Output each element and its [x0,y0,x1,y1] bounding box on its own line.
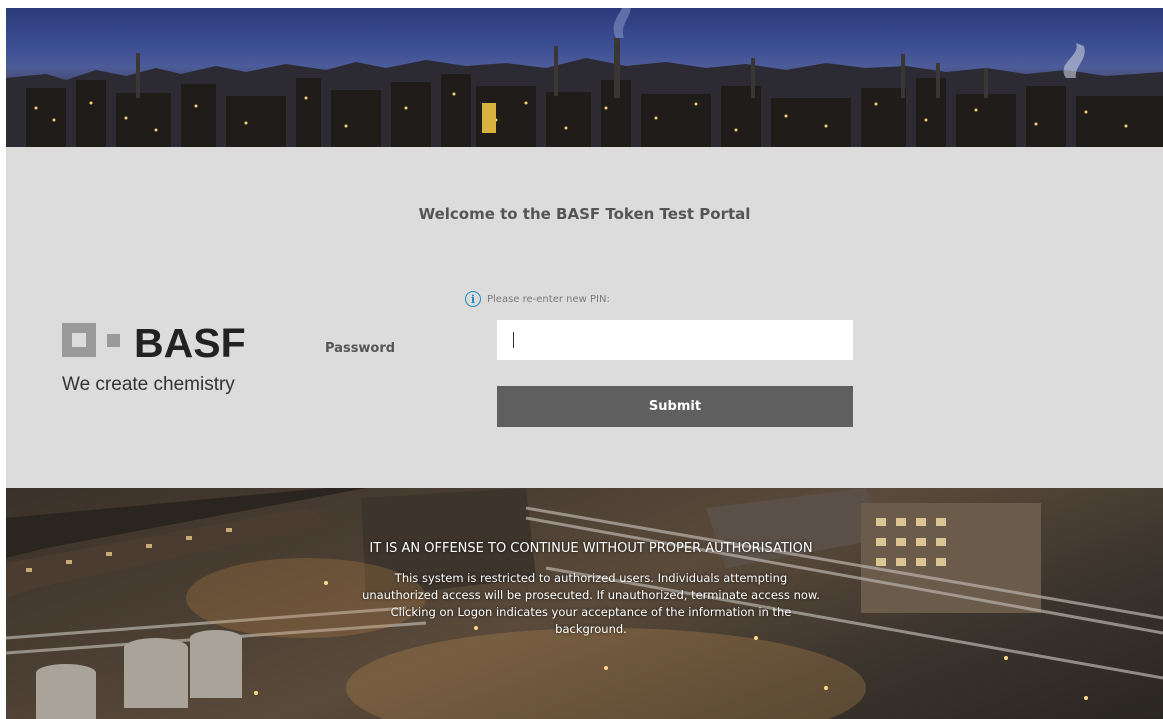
text-cursor [513,332,514,348]
legal-warning-text: This system is restricted to authorized … [362,571,820,636]
password-label: Password [325,341,396,356]
cityscape-illustration [6,8,1163,147]
info-icon: i [465,291,481,307]
basf-logo: BASF We create chemistry [62,319,292,399]
submit-button[interactable]: Submit [497,386,853,427]
header-banner-image [6,8,1163,147]
page-title: Welcome to the BASF Token Test Portal [418,205,751,223]
info-message: i Please re-enter new PIN: [465,288,610,310]
login-panel: Welcome to the BASF Token Test Portal BA… [6,147,1163,488]
password-input[interactable] [497,320,853,360]
brand-tagline: We create chemistry [62,374,235,395]
info-message-text: Please re-enter new PIN: [487,293,610,305]
basf-logo-mark: BASF [62,320,246,366]
logo-wordmark: BASF [134,320,246,366]
legal-warning-heading: IT IS AN OFFENSE TO CONTINUE WITHOUT PRO… [369,541,813,556]
page-frame: Welcome to the BASF Token Test Portal BA… [6,8,1163,719]
footer-banner-image: IT IS AN OFFENSE TO CONTINUE WITHOUT PRO… [6,488,1163,719]
